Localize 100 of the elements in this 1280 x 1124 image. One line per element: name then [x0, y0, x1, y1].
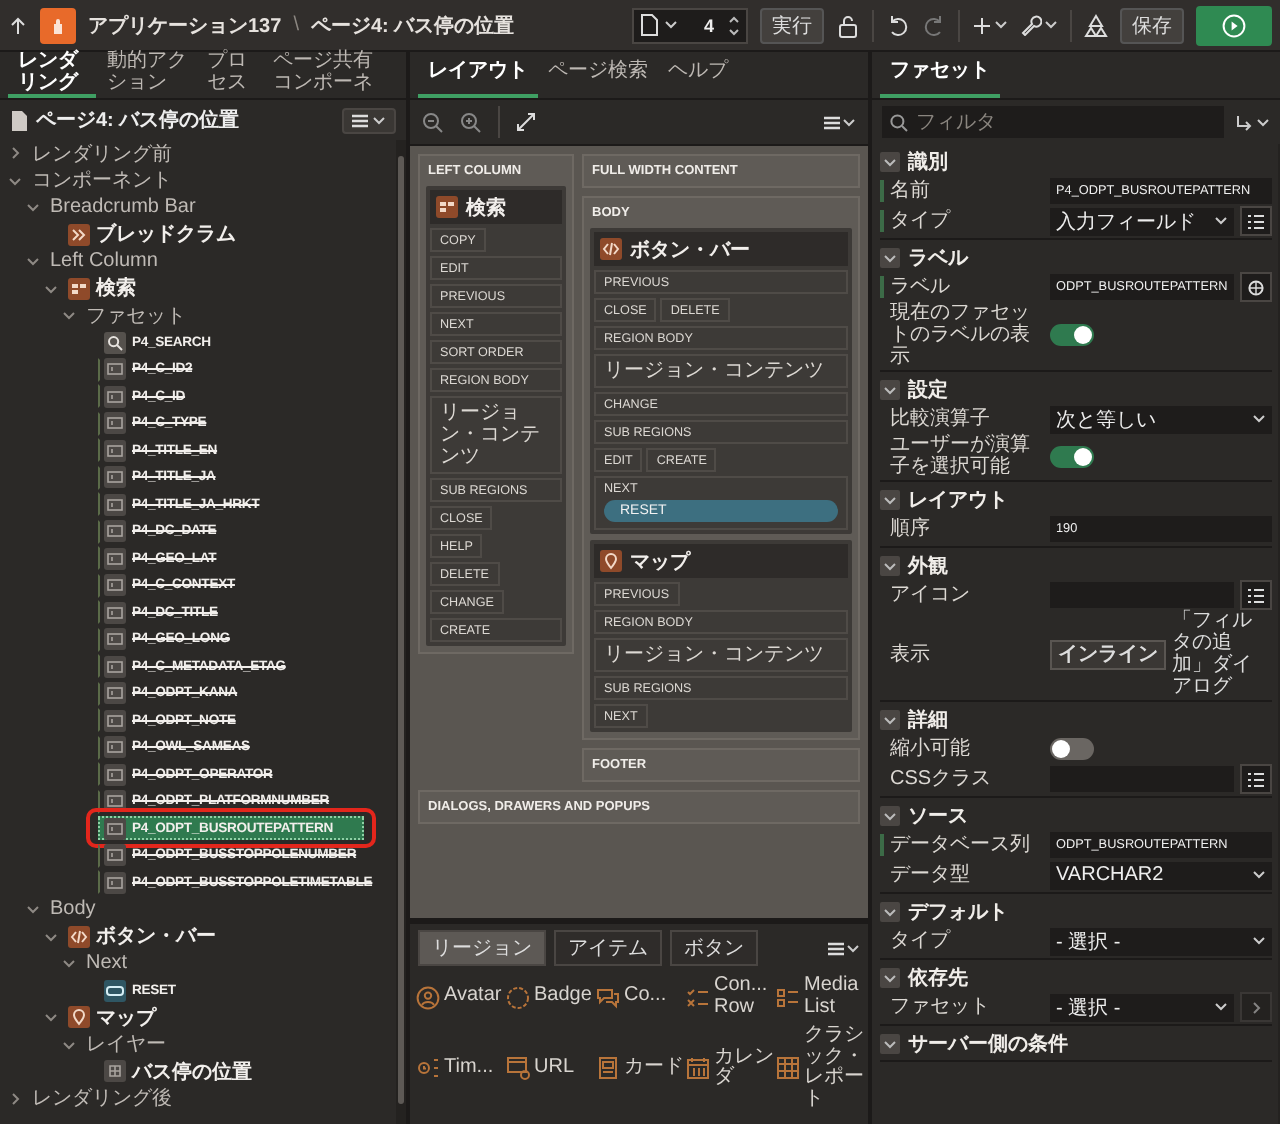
caret-icon — [663, 20, 678, 30]
filter-field[interactable]: フィルタ — [882, 106, 1224, 138]
toggle-switch[interactable] — [1050, 738, 1094, 760]
tab[interactable]: 動的アクション — [96, 52, 198, 98]
region-header[interactable]: マップ — [594, 544, 848, 578]
tree-item[interactable]: レイヤー — [80, 1032, 172, 1057]
select-field[interactable]: VARCHAR2 — [1050, 861, 1272, 889]
component-tile[interactable]: カード — [596, 1026, 686, 1110]
choice-option[interactable]: インライン — [1050, 639, 1166, 669]
zoom-out-icon[interactable] — [422, 111, 444, 133]
lock-icon[interactable] — [836, 13, 860, 37]
chevron-down-icon[interactable] — [24, 198, 42, 217]
up-arrow-icon[interactable] — [8, 15, 28, 35]
tab[interactable]: プロセス — [197, 52, 264, 98]
tab[interactable]: レイアウト — [418, 52, 538, 98]
tree-item[interactable]: 検索 — [62, 276, 142, 301]
menu-button[interactable] — [828, 941, 860, 955]
chevron-down-icon[interactable] — [24, 900, 42, 919]
property-label: 比較演算子 — [888, 408, 992, 430]
tree-item[interactable]: ファセット — [80, 303, 192, 328]
section-header[interactable]: ソース — [880, 800, 1272, 830]
tab[interactable]: ヘルプ — [658, 52, 738, 98]
page-title[interactable]: ページ4: バス停の位置 — [310, 11, 515, 39]
region-header[interactable]: ボタン・バー — [594, 232, 848, 266]
tree-item[interactable]: Body — [44, 897, 102, 922]
menu-button[interactable] — [342, 107, 396, 133]
select-field[interactable]: 入力フィールド — [1050, 207, 1234, 235]
tab[interactable]: ページ共有コンポーネ — [263, 52, 398, 98]
section-header[interactable]: サーバー側の条件 — [880, 1028, 1272, 1058]
undo-icon[interactable] — [886, 13, 910, 37]
section-header[interactable]: 外観 — [880, 550, 1272, 580]
chevron-down-icon[interactable] — [24, 252, 42, 271]
redo-icon[interactable] — [922, 13, 946, 37]
tree-item[interactable]: マップ — [62, 1005, 162, 1030]
section-header[interactable]: 詳細 — [880, 704, 1272, 734]
list-button[interactable] — [1239, 580, 1272, 610]
save-button[interactable]: 保存 — [1120, 7, 1184, 43]
section-header[interactable]: 識別 — [880, 146, 1272, 176]
chevron-down-icon[interactable] — [60, 954, 78, 973]
component-tile[interactable]: Avatar — [416, 976, 506, 1018]
gallery-tab[interactable]: リージョン — [418, 930, 546, 966]
field-icon — [104, 682, 126, 705]
tree-item[interactable]: コンポーネント — [26, 168, 178, 193]
caret-icon — [1213, 216, 1228, 226]
tree-item[interactable]: Left Column — [44, 249, 164, 274]
chevron-down-icon[interactable] — [60, 306, 78, 325]
app-title[interactable]: アプリケーション137 — [88, 11, 282, 39]
component-tile[interactable]: Media List — [776, 976, 866, 1018]
chevron-right-icon[interactable] — [6, 1089, 24, 1108]
component-tile[interactable]: クラシック・レポート — [776, 1026, 866, 1110]
create-menu[interactable] — [972, 15, 1008, 35]
tree-item[interactable]: レンダリング後 — [26, 1086, 178, 1111]
utilities-menu[interactable] — [1020, 14, 1058, 36]
chevron-right-icon[interactable] — [6, 144, 24, 163]
tab[interactable]: ページ検索 — [538, 52, 658, 98]
select-field[interactable]: - 選択 - — [1050, 993, 1234, 1021]
run-button[interactable] — [1196, 5, 1272, 45]
gallery-tab[interactable]: アイテム — [554, 930, 662, 966]
gallery-tab[interactable]: ボタン — [670, 930, 758, 966]
scrollbar[interactable] — [396, 140, 406, 1124]
tree-item[interactable]: Next — [80, 951, 134, 976]
page-title[interactable]: ページ4: バス停の位置 — [36, 106, 334, 134]
shared-components-icon[interactable] — [1084, 13, 1108, 37]
run-page-button[interactable]: 実行 — [760, 7, 824, 43]
tab[interactable]: レンダリング — [8, 52, 97, 98]
section-header[interactable]: デフォルト — [880, 896, 1272, 926]
section-header[interactable]: ラベル — [880, 242, 1272, 272]
menu-button[interactable] — [824, 115, 856, 129]
page-selector[interactable]: 4 — [631, 7, 748, 43]
component-tile[interactable]: Con... Row — [686, 976, 776, 1018]
select-field[interactable]: - 選択 - — [1050, 927, 1272, 955]
component-tile[interactable]: カレンダ — [686, 1026, 776, 1110]
component-tile[interactable]: Co... — [596, 976, 686, 1018]
expand-icon[interactable] — [516, 112, 536, 132]
section-header[interactable]: 設定 — [880, 374, 1272, 404]
tree-item[interactable]: ボタン・バー — [62, 924, 222, 949]
tab[interactable]: ファセット — [880, 52, 1000, 98]
tree-item[interactable]: バス停の位置 — [98, 1059, 258, 1084]
section-header[interactable]: レイアウト — [880, 484, 1272, 514]
tree-item[interactable]: Breadcrumb Bar — [44, 195, 202, 220]
caret-icon — [994, 20, 1008, 30]
tree-item[interactable]: レンダリング前 — [26, 141, 178, 166]
section-header[interactable]: 依存先 — [880, 962, 1272, 992]
zoom-in-icon[interactable] — [460, 111, 482, 133]
region-header[interactable]: 検索 — [430, 190, 562, 224]
component-tile[interactable]: Tim... — [416, 1026, 506, 1110]
toggle-switch[interactable] — [1050, 324, 1094, 346]
component-tile[interactable]: URL — [506, 1026, 596, 1110]
choice-option[interactable]: 「フィルタの追加」ダイアログ — [1172, 610, 1272, 698]
go-button[interactable] — [1239, 992, 1272, 1022]
list-button[interactable] — [1239, 206, 1272, 236]
select-field[interactable]: 次と等しい — [1050, 405, 1272, 433]
goto-menu[interactable] — [1236, 113, 1270, 131]
component-tile[interactable]: Badge — [506, 976, 596, 1018]
tree-item[interactable]: ブレッドクラム — [62, 222, 242, 247]
chevron-down-icon[interactable] — [42, 1008, 60, 1027]
toggle-switch[interactable] — [1050, 445, 1094, 467]
app-icon[interactable] — [40, 7, 76, 43]
translate-button[interactable] — [1239, 272, 1272, 302]
list-button[interactable] — [1239, 764, 1272, 794]
